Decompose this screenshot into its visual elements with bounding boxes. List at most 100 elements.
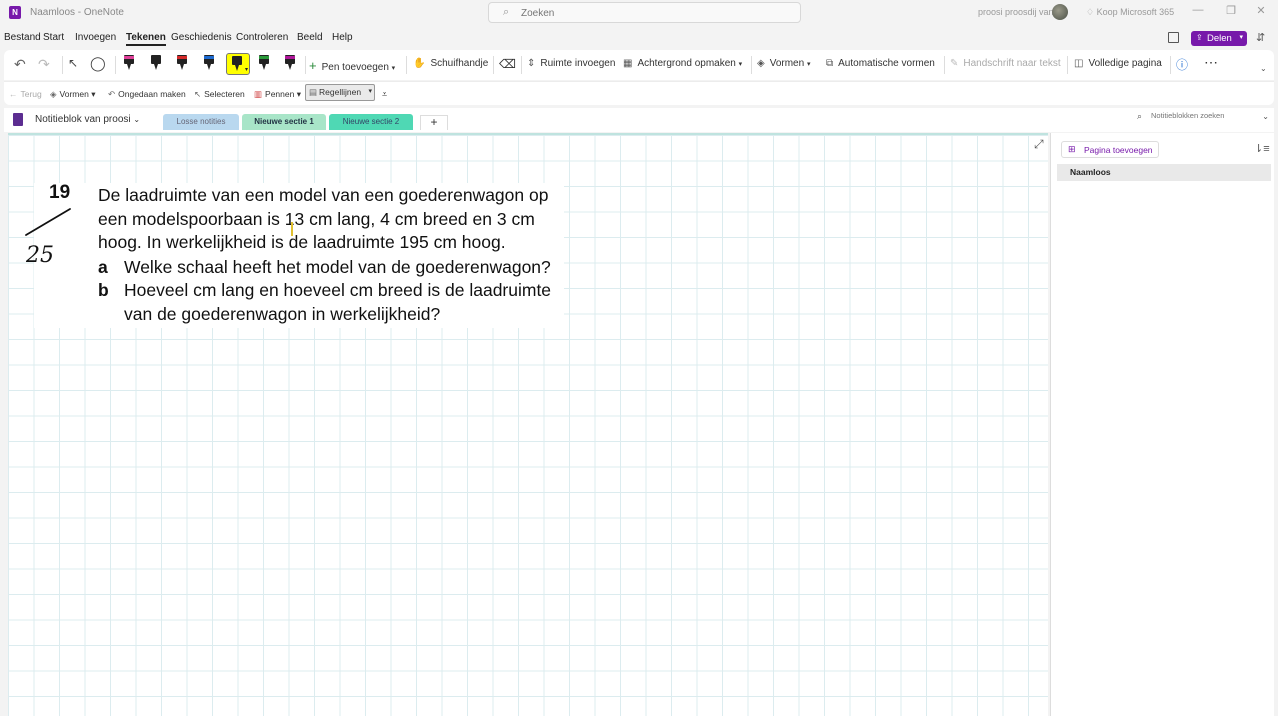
menu-bestand[interactable]: Bestand <box>4 32 41 43</box>
pen-blue[interactable] <box>199 53 219 75</box>
search-box[interactable]: ⌕ <box>488 2 801 23</box>
notebook-selector[interactable]: Notitieblok van proosi ⌄ <box>35 114 140 125</box>
auto-shapes-button[interactable]: ⧉ Automatische vormen <box>826 58 935 69</box>
background-icon: ▦ <box>623 58 633 69</box>
undo-icon: ↶ <box>108 89 116 99</box>
select-pointer-icon[interactable]: ↖ <box>68 56 78 70</box>
question-line-1: De laadruimte van een model van een goed… <box>98 185 549 205</box>
avatar[interactable] <box>1052 4 1068 20</box>
add-pen-button[interactable]: + Pen toevoegen ▾ <box>309 58 395 73</box>
onenote-logo-icon: N <box>9 6 21 19</box>
ink-to-text-icon: ✎ <box>950 58 959 69</box>
notebook-view-icon[interactable] <box>1168 32 1179 43</box>
full-page-icon: ◫ <box>1074 58 1084 69</box>
shapes-menu-button[interactable]: ◈ Vormen ▾ <box>50 89 95 100</box>
undo-button[interactable]: ↶ Ongedaan maken <box>108 89 186 100</box>
share-button[interactable]: ⇪ Delen ▾ <box>1191 31 1247 46</box>
menu-start[interactable]: Start <box>43 32 64 43</box>
background-button[interactable]: ▦ Achtergrond opmaken ▾ <box>623 58 742 69</box>
page-list-pane <box>1050 133 1274 716</box>
minimize-icon[interactable]: — <box>1188 4 1208 16</box>
pens-button[interactable]: ▥ Pennen ▾ <box>254 89 301 100</box>
redo-icon[interactable]: ↷ <box>38 56 50 73</box>
draw-ribbon: ↶ ↷ ↖ ◯ ▾ + Pen toevoegen ▾ ✋ Schuifhandje… <box>4 50 1274 80</box>
pen-green[interactable] <box>254 53 274 75</box>
menu-bar: Bestand Start Invoegen Tekenen Geschiede… <box>0 28 1278 48</box>
handwritten-score-ink[interactable]: 25 <box>18 202 78 272</box>
chevron-down-icon[interactable]: ⌄ <box>1262 112 1269 121</box>
menu-help[interactable]: Help <box>332 32 353 43</box>
notebook-search[interactable]: ⌕ ⌄ <box>1131 110 1273 126</box>
share-icon: ⇪ <box>1196 33 1203 42</box>
expand-icon[interactable]: ⤢ <box>1034 137 1044 152</box>
ink-to-text-button[interactable]: ✎ Handschrift naar tekst <box>950 58 1061 69</box>
text-cursor <box>291 222 293 236</box>
menu-tekenen[interactable]: Tekenen <box>126 32 166 46</box>
pen-purple[interactable] <box>280 53 300 75</box>
user-name[interactable]: proosi proosdij van <box>978 7 1054 17</box>
sub-question-b-line-2: van de goederenwagon in werkelijkheid? <box>124 304 441 324</box>
search-input[interactable] <box>521 6 771 20</box>
add-page-button[interactable]: ⊞ Pagina toevoegen <box>1061 141 1159 158</box>
back-button[interactable]: ← Terug <box>9 89 42 99</box>
add-section-button[interactable]: + <box>420 115 448 130</box>
eraser-icon[interactable]: ⌫ <box>499 57 516 71</box>
notebook-search-input[interactable] <box>1151 111 1256 120</box>
restore-icon[interactable]: ❐ <box>1221 4 1241 17</box>
pen-band <box>124 56 134 59</box>
question-line-3: hoog. In werkelijkheid is de laadruimte … <box>98 232 506 252</box>
chevron-down-icon[interactable]: ▾ <box>1239 33 1243 41</box>
sort-icon[interactable]: ⇂≡ <box>1254 142 1270 155</box>
insert-space-icon: ⇕ <box>527 58 536 69</box>
chevron-down-icon: ▾ <box>368 88 372 95</box>
sub-question-b-label: b <box>98 280 109 300</box>
pens-icon: ▥ <box>254 89 263 99</box>
menu-beeld[interactable]: Beeld <box>297 32 323 43</box>
customize-toolbar-icon[interactable]: ⩡ <box>382 89 387 100</box>
sub-question-a: Welke schaal heeft het model van de goed… <box>124 257 551 277</box>
search-icon: ⌕ <box>503 6 510 18</box>
page-item[interactable]: Naamloos <box>1057 164 1271 181</box>
sub-question-a-label: a <box>98 257 108 277</box>
tab-losse-notities[interactable]: Losse notities <box>163 114 239 130</box>
share-label: Delen <box>1207 33 1232 44</box>
undo-icon[interactable]: ↶ <box>14 56 26 73</box>
plus-icon: + <box>309 58 317 73</box>
sub-question-b-line-1: Hoeveel cm lang en hoeveel cm breed is d… <box>124 280 552 300</box>
menu-geschiedenis[interactable]: Geschiedenis <box>171 32 232 43</box>
pen-yellow-highlighter[interactable]: ▾ <box>226 53 250 75</box>
collapse-ribbon-icon[interactable]: ⌄ <box>1260 64 1267 73</box>
quick-toolbar: ← Terug ◈ Vormen ▾ ↶ Ongedaan maken ↖ Select… <box>4 81 1274 105</box>
add-page-icon: ⊞ <box>1068 144 1076 154</box>
tab-nieuwe-sectie-2[interactable]: Nieuwe sectie 2 <box>329 114 413 130</box>
search-icon: ⌕ <box>1137 111 1143 121</box>
pen-black[interactable] <box>146 53 166 75</box>
rule-lines-button[interactable]: ▤ Regellijnen ▾ <box>305 84 375 101</box>
select-button[interactable]: ↖ Selecteren <box>194 89 245 100</box>
handwritten-score: 25 <box>25 243 54 268</box>
menu-invoegen[interactable]: Invoegen <box>75 32 116 43</box>
pointer-icon: ↖ <box>194 89 202 99</box>
notebook-icon <box>13 113 23 126</box>
pen-red[interactable] <box>172 53 192 75</box>
help-icon[interactable]: ⓘ <box>1176 56 1188 73</box>
lasso-icon[interactable]: ◯ <box>90 55 106 72</box>
title-bar: N Naamloos - OneNote ⌕ proosi proosdij v… <box>0 0 1278 28</box>
shapes-button[interactable]: ◈ Vormen ▾ <box>757 58 810 69</box>
hand-button[interactable]: ✋ Schuifhandje <box>413 58 488 69</box>
close-icon[interactable]: ✕ <box>1251 4 1271 17</box>
comment-icon[interactable]: ⇵ <box>1256 31 1265 44</box>
hand-icon: ✋ <box>413 58 426 69</box>
shapes-icon: ◈ <box>757 58 765 69</box>
rule-lines-icon: ▤ <box>309 87 318 97</box>
section-bar: Notitieblok van proosi ⌄ Losse notities … <box>4 108 1274 132</box>
full-page-button[interactable]: ◫ Volledige pagina <box>1074 58 1162 69</box>
insert-space-button[interactable]: ⇕ Ruimte invoegen <box>527 58 615 69</box>
back-icon: ← <box>9 89 18 99</box>
pen-pink[interactable] <box>119 53 139 75</box>
menu-controleren[interactable]: Controleren <box>236 32 288 43</box>
auto-shapes-icon: ⧉ <box>826 58 834 69</box>
more-icon[interactable]: ⋯ <box>1204 54 1218 71</box>
buy-microsoft-365-link[interactable]: ♢ Koop Microsoft 365 <box>1086 7 1174 18</box>
tab-nieuwe-sectie-1[interactable]: Nieuwe sectie 1 <box>242 114 326 130</box>
